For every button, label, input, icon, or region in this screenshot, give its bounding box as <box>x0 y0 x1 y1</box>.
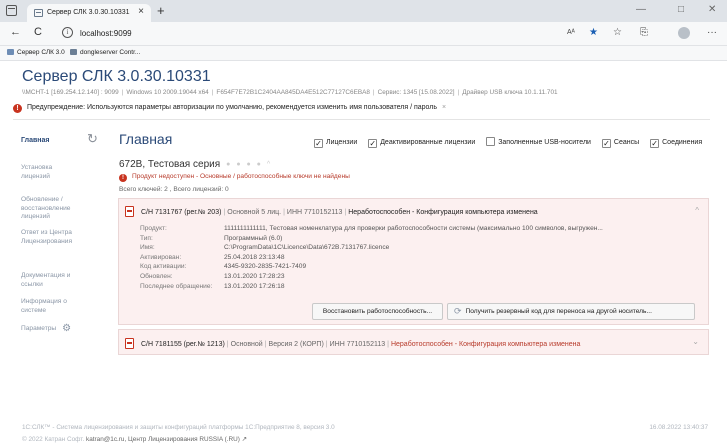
header-divider <box>13 119 710 120</box>
backup-code-button[interactable]: ⟳ Получить резервный код для переноса на … <box>447 303 695 320</box>
read-aloud-icon[interactable]: Aᴬ <box>567 29 575 36</box>
detail-row: Последнее обращение: 13.01.2020 17:26:18 <box>140 282 285 290</box>
page-icon <box>7 49 14 55</box>
keys-summary: Всего ключей: 2 , Всего лицензий: 0 <box>119 186 229 193</box>
transfer-icon: ⟳ <box>454 306 462 316</box>
detail-row: Продукт: 1111111111111, Тестовая номенкла… <box>140 225 603 232</box>
refresh-icon[interactable]: ↻ <box>87 131 98 147</box>
sidebar-item-docs[interactable]: Документация и ссылки <box>21 272 91 289</box>
filter-licenses[interactable]: ✓ Лицензии <box>314 139 357 148</box>
favorite-link-slk[interactable]: Сервер СЛК 3.0 <box>7 49 65 56</box>
reload-icon[interactable]: C <box>34 26 42 38</box>
license-center-link[interactable]: Центр Лицензирования RUSSIA (.RU) <box>128 436 240 443</box>
card-header[interactable]: С/Н 7181155 (рег.№ 1213) | Основной | Версия… <box>125 338 580 349</box>
checkbox-checked[interactable]: ✓ <box>650 139 660 148</box>
checkbox-checked[interactable]: ✓ <box>314 139 323 148</box>
collapse-chevron-icon[interactable]: ^ <box>695 206 699 215</box>
dismiss-warning-icon[interactable]: × <box>442 104 446 111</box>
key-details: Продукт: 1111111111111, Тестовая номенкла… <box>140 224 686 291</box>
series-title[interactable]: 672В, Тестовая серия ● ● ● ● ^ <box>119 159 272 170</box>
gear-icon: ⚙ <box>62 323 72 334</box>
checkbox-checked[interactable]: ✓ <box>368 139 378 148</box>
key-document-icon <box>125 338 134 349</box>
site-info-icon[interactable]: i <box>62 27 73 38</box>
favorites-bar: Сервер СЛК 3.0 dongleserver Contr... <box>0 46 727 61</box>
window-menu-icon[interactable] <box>6 5 17 16</box>
sidebar-item-install[interactable]: Установка лицензий <box>21 164 81 181</box>
back-icon[interactable]: ← <box>10 26 21 38</box>
footer-product: 1С:СЛК™ - Система лицензирования и защит… <box>22 424 335 431</box>
new-tab-button[interactable]: + <box>157 3 165 18</box>
filter-sessions[interactable]: ✓ Сеансы <box>601 139 639 148</box>
tab-title: Сервер СЛК 3.0.30.10331 <box>47 9 130 16</box>
sidebar-item-home[interactable]: Главная <box>21 137 49 144</box>
footer-copyright: © 2022 Катран Софт. katran@1c.ru, Центр … <box>22 436 247 443</box>
minimize-icon[interactable]: — <box>636 4 646 15</box>
tab-favicon-icon <box>34 9 43 17</box>
tab-close-icon[interactable]: × <box>138 6 144 17</box>
detail-row: Обновлен: 13.01.2020 17:28:23 <box>140 272 285 280</box>
license-key-card: С/Н 7181155 (рег.№ 1213) | Основной | Версия… <box>118 329 709 355</box>
email-link[interactable]: katran@1c.ru, <box>86 436 126 443</box>
restore-button[interactable]: Восстановить работоспособность... <box>312 303 443 320</box>
auth-warning: ! Предупреждение: Используются параметры … <box>13 104 446 113</box>
browser-tab[interactable]: Сервер СЛК 3.0.30.10331 × <box>27 4 151 22</box>
browser-titlebar: Сервер СЛК 3.0.30.10331 × + — □ ✕ <box>0 0 727 22</box>
detail-row: Тип: Программный (6.0) <box>140 234 283 242</box>
filter-deactivated[interactable]: ✓ Деактивированные лицензии <box>368 139 475 148</box>
filter-usb[interactable]: Заполненные USB-носители <box>486 137 591 146</box>
sidebar-item-response[interactable]: Ответ из Центра Лицензирования <box>21 229 91 246</box>
favorites-icon[interactable]: ☆ <box>613 27 622 38</box>
series-indicators: ● ● ● ● ^ <box>226 161 273 168</box>
maximize-icon[interactable]: □ <box>678 4 684 15</box>
detail-row: Активирован: 25.04.2018 23:13:48 <box>140 253 285 261</box>
error-icon: ! <box>119 174 127 182</box>
page-title: Главная <box>119 131 173 147</box>
detail-row: Имя: C:\ProgramData\1C\Licence\Data\672B.… <box>140 244 390 252</box>
key-document-icon <box>125 206 134 217</box>
expand-chevron-icon[interactable]: ⌄ <box>692 337 699 346</box>
sidebar-item-update[interactable]: Обновление / восстановление лицензий <box>21 196 87 222</box>
more-menu-icon[interactable]: ··· <box>707 27 717 38</box>
address-bar: ← C i localhost:9099 Aᴬ ★ ☆ ⎘ ··· <box>0 22 727 46</box>
checkbox-checked[interactable]: ✓ <box>601 139 611 148</box>
app-title: Сервер СЛК 3.0.30.10331 <box>22 68 211 85</box>
favorite-link-dongleserver[interactable]: dongleserver Contr... <box>70 49 140 56</box>
filter-checkboxes: ✓ Лицензии ✓ Деактивированные лицензии Зап… <box>314 137 711 148</box>
favorite-star-icon[interactable]: ★ <box>589 27 598 38</box>
footer-date: 16.08.2022 13:40:37 <box>649 424 708 431</box>
series-error: ! Продукт недоступен - Основные / работос… <box>119 173 350 182</box>
license-key-card: С/Н 7131767 (рег.№ 203) | Основной 5 лиц. |… <box>118 198 709 325</box>
collections-icon[interactable]: ⎘ <box>640 27 648 38</box>
server-info: \\MCHT-1 [169.254.12.140] : 9099 | Windows… <box>22 89 558 96</box>
close-window-icon[interactable]: ✕ <box>708 4 716 15</box>
sidebar-item-settings[interactable]: Параметры ⚙ <box>21 323 72 334</box>
url-field[interactable]: localhost:9099 <box>80 29 132 38</box>
card-header[interactable]: С/Н 7131767 (рег.№ 203) | Основной 5 лиц. |… <box>125 206 538 217</box>
filter-connections[interactable]: ✓ Соединения <box>650 139 702 148</box>
sidebar-item-sysinfo[interactable]: Информация о системе <box>21 298 83 315</box>
profile-avatar[interactable] <box>678 27 690 39</box>
warning-icon: ! <box>13 104 22 113</box>
page-icon <box>70 49 77 55</box>
detail-row: Код активации: 4345-9320-2835-7421-7409 <box>140 263 307 271</box>
checkbox-unchecked[interactable] <box>486 137 496 146</box>
external-link-icon[interactable]: ↗ <box>242 436 247 443</box>
